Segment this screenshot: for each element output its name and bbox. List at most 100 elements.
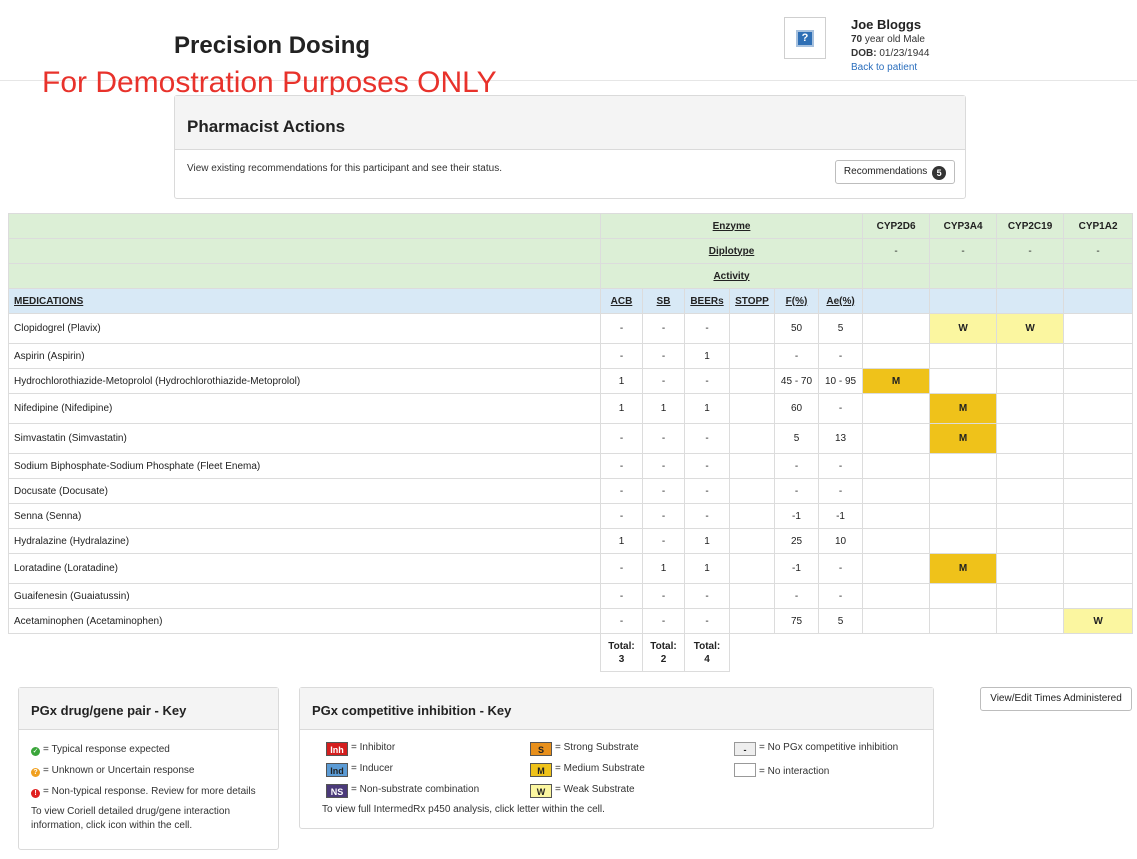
medication-ae: -1: [817, 503, 864, 529]
inhibition-key-item: NS = Non-substrate combination: [326, 784, 479, 798]
inhibition-key-text: = Weak Substrate: [555, 784, 635, 795]
empty-interaction-cell: [862, 393, 931, 424]
empty-interaction-cell: [929, 583, 998, 609]
medication-beers: 1: [684, 553, 730, 584]
medication-ae: 13: [817, 423, 864, 454]
medication-sb: -: [642, 528, 685, 554]
enzyme-label[interactable]: Enzyme: [713, 221, 751, 232]
col-header-medications: MEDICATIONS: [8, 288, 601, 314]
medication-f: 25: [774, 528, 819, 554]
inhibition-swatch: Ind: [326, 763, 348, 777]
medication-sb: -: [642, 453, 685, 479]
interaction-cell[interactable]: M: [929, 553, 998, 584]
empty-interaction-cell: [862, 503, 931, 529]
medication-acb: -: [600, 583, 643, 609]
competitive-inhibition-key-panel: PGx competitive inhibition - Key Inh = In…: [299, 687, 934, 829]
interaction-cell[interactable]: W: [929, 313, 998, 344]
totals-spacer: [819, 634, 863, 672]
empty-interaction-cell: [1063, 393, 1134, 424]
medication-name: Hydrochlorothiazide-Metoprolol (Hydrochl…: [8, 368, 601, 394]
empty-interaction-cell: [1063, 343, 1134, 369]
interaction-cell[interactable]: M: [929, 393, 998, 424]
empty-interaction-cell: [1063, 528, 1134, 554]
interaction-cell[interactable]: W: [1063, 608, 1134, 634]
medication-name: Simvastatin (Simvastatin): [8, 423, 601, 454]
medication-grid: Enzyme CYP2D6 CYP3A4 CYP2C19 CYP1A2 Diplotype…: [8, 213, 1134, 672]
diplotype-header: Diplotype: [599, 238, 864, 264]
col-header-beers-label[interactable]: BEERs: [690, 296, 723, 307]
empty-interaction-cell: [996, 423, 1065, 454]
empty-interaction-cell: [996, 608, 1065, 634]
interaction-cell[interactable]: W: [996, 313, 1065, 344]
activity-label[interactable]: Activity: [713, 271, 749, 282]
empty-interaction-cell: [929, 343, 998, 369]
medication-stopp: [729, 478, 775, 504]
col-header-f-label[interactable]: F(%): [786, 296, 808, 307]
view-edit-times-button[interactable]: View/Edit Times Administered: [980, 687, 1132, 711]
diplotype-cyp3a4: -: [929, 238, 998, 264]
medication-beers: -: [684, 368, 730, 394]
patient-name: Joe Bloggs: [851, 17, 922, 32]
medication-stopp: [729, 393, 775, 424]
page-title: Precision Dosing: [174, 32, 371, 59]
patient-age-value: 70: [851, 34, 863, 45]
col-header-medications-label[interactable]: MEDICATIONS: [14, 296, 83, 307]
empty-interaction-cell: [929, 453, 998, 479]
interaction-cell[interactable]: M: [929, 423, 998, 454]
enzyme-row: Enzyme CYP2D6 CYP3A4 CYP2C19 CYP1A2: [8, 213, 1134, 239]
medication-sb: -: [642, 423, 685, 454]
medication-f: -: [774, 343, 819, 369]
empty-interaction-cell: [996, 553, 1065, 584]
medication-beers: -: [684, 453, 730, 479]
medication-ae: -: [817, 478, 864, 504]
col-header-sb: SB: [642, 288, 685, 314]
medication-sb: -: [642, 583, 685, 609]
medication-ae: -: [817, 343, 864, 369]
medication-beers: -: [684, 478, 730, 504]
diplotype-label[interactable]: Diplotype: [709, 246, 755, 257]
exclamation-circle-icon: !: [31, 789, 40, 798]
empty-interaction-cell: [862, 343, 931, 369]
medication-f: -: [774, 583, 819, 609]
empty-interaction-cell: [1063, 368, 1134, 394]
col-header-ae-label[interactable]: Ae(%): [826, 296, 854, 307]
gene-key-text: = Unknown or Uncertain response: [43, 765, 195, 776]
back-to-patient-link[interactable]: Back to patient: [851, 62, 917, 73]
inhibition-key-text: = No interaction: [759, 766, 830, 777]
enzyme-cyp1a2: CYP1A2: [1063, 213, 1134, 239]
inhibition-key-text: = Inducer: [351, 763, 393, 774]
medication-row: Guaifenesin (Guaiatussin) - - - - -: [8, 583, 1134, 609]
col-header-stopp: STOPP: [729, 288, 775, 314]
empty-interaction-cell: [862, 608, 931, 634]
medication-ae: 10: [817, 528, 864, 554]
medication-ae: -: [817, 553, 864, 584]
total-value: 3: [618, 653, 625, 665]
medication-f: -: [774, 453, 819, 479]
col-header-sb-label[interactable]: SB: [657, 296, 671, 307]
medication-acb: -: [600, 313, 643, 344]
inhibition-key-text: = Medium Substrate: [555, 763, 645, 774]
totals-spacer: [863, 634, 930, 672]
medication-stopp: [729, 583, 775, 609]
col-header-cyp2c19-spacer: [996, 288, 1065, 314]
col-header-acb-label[interactable]: ACB: [611, 296, 633, 307]
empty-interaction-cell: [996, 453, 1065, 479]
pharmacist-actions-title: Pharmacist Actions: [175, 96, 965, 150]
pharmacist-actions-description: View existing recommendations for this p…: [187, 163, 502, 174]
inhibition-key-item: Ind = Inducer: [326, 763, 393, 777]
medication-ae: 10 - 95: [817, 368, 864, 394]
total-label: Total:: [650, 640, 677, 652]
medication-beers: -: [684, 313, 730, 344]
recommendations-count-badge: 5: [932, 166, 947, 180]
col-header-cyp2d6-spacer: [862, 288, 931, 314]
col-header-stopp-label[interactable]: STOPP: [735, 296, 769, 307]
medication-ae: 5: [817, 313, 864, 344]
recommendations-button[interactable]: Recommendations 5: [835, 160, 955, 184]
medication-name: Senna (Senna): [8, 503, 601, 529]
medication-f: -1: [774, 553, 819, 584]
empty-interaction-cell: [862, 478, 931, 504]
total-beers: Total: 4: [684, 633, 730, 672]
interaction-cell[interactable]: M: [862, 368, 931, 394]
inhibition-key-text: = Inhibitor: [351, 742, 396, 753]
inhibition-swatch: W: [530, 784, 552, 798]
